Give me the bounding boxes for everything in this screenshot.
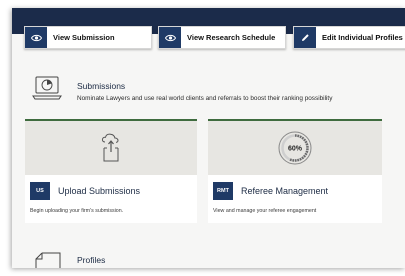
- progress-label: 60%: [288, 146, 303, 153]
- card-media: [25, 121, 197, 175]
- submissions-title: Submissions: [77, 81, 126, 91]
- profile-card-icon: [34, 251, 64, 268]
- upload-submissions-card[interactable]: US Upload Submissions Begin uploading yo…: [25, 119, 197, 223]
- view-submission-button[interactable]: View Submission: [24, 26, 152, 49]
- cloud-upload-icon: [101, 133, 119, 162]
- submissions-description: Nominate Lawyers and use real world clie…: [77, 95, 333, 102]
- progress-ring-icon: 60%: [278, 131, 312, 165]
- referee-management-description: View and manage your referee engagement: [213, 208, 317, 214]
- app-window: View Submission View Research Schedule E…: [12, 8, 405, 268]
- upload-submissions-description: Begin uploading your firm's submission.: [30, 208, 124, 214]
- view-submission-label: View Submission: [53, 33, 115, 42]
- card-badge: RMT: [213, 182, 233, 200]
- referee-management-title[interactable]: Referee Management: [241, 186, 328, 196]
- edit-individual-profiles-label: Edit Individual Profiles: [322, 33, 403, 42]
- card-badge: US: [30, 182, 50, 200]
- card-media: 60%: [208, 121, 382, 175]
- edit-individual-profiles-button[interactable]: Edit Individual Profiles: [293, 26, 405, 49]
- referee-management-card[interactable]: 60% RMT Referee Management View and mana…: [208, 119, 382, 223]
- eye-icon: [25, 27, 47, 48]
- view-research-schedule-button[interactable]: View Research Schedule: [158, 26, 286, 49]
- laptop-chart-icon: [32, 76, 62, 107]
- profiles-title: Profiles: [77, 255, 106, 265]
- eye-icon: [159, 27, 181, 48]
- pencil-icon: [294, 27, 316, 48]
- view-research-schedule-label: View Research Schedule: [187, 33, 276, 42]
- upload-submissions-title[interactable]: Upload Submissions: [58, 186, 140, 196]
